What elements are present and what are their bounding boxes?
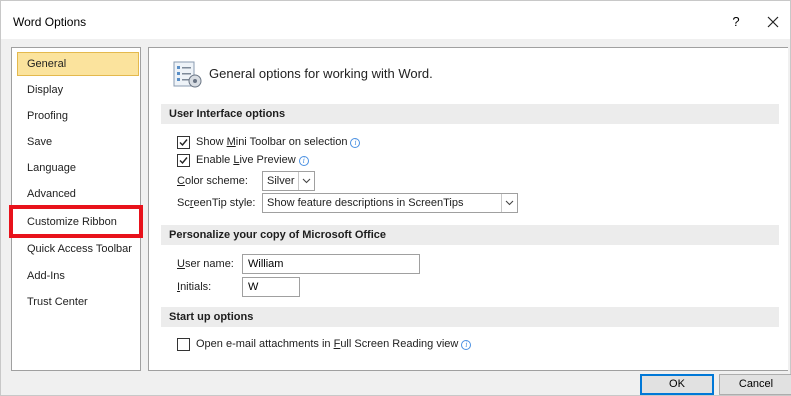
initials-input[interactable]: W xyxy=(242,277,300,297)
category-nav: General Display Proofing Save Language A… xyxy=(11,47,141,371)
close-button[interactable] xyxy=(761,10,785,34)
title-bar: Word Options ? xyxy=(1,1,790,39)
full-screen-reading-checkbox[interactable] xyxy=(177,338,190,351)
screentip-label-post: eenTip style: xyxy=(193,197,256,209)
nav-item-save[interactable]: Save xyxy=(17,130,139,154)
window-title: Word Options xyxy=(13,15,87,29)
chevron-down-icon xyxy=(298,172,314,190)
page-heading: General options for working with Word. xyxy=(209,66,433,81)
nav-item-trust-center[interactable]: Trust Center xyxy=(17,290,139,314)
word-options-dialog: Word Options ? General Display Proofing … xyxy=(0,0,791,396)
user-name-input[interactable]: William xyxy=(242,254,420,274)
live-preview-checkbox[interactable] xyxy=(177,154,190,167)
mini-toolbar-label[interactable]: Show Mini Toolbar on selection i xyxy=(196,136,361,148)
initials-label: Initials: xyxy=(177,281,211,293)
help-button[interactable]: ? xyxy=(725,11,747,33)
color-scheme-select[interactable]: Silver xyxy=(262,171,315,191)
user-name-label-rest: ser name: xyxy=(184,258,234,270)
section-startup: Start up options xyxy=(161,307,779,327)
checkmark-icon xyxy=(179,157,188,165)
ok-button[interactable]: OK xyxy=(640,374,714,395)
live-preview-label[interactable]: Enable Live Preview i xyxy=(196,154,309,166)
info-icon[interactable]: i xyxy=(350,138,361,148)
color-scheme-label: Color scheme: xyxy=(177,175,248,187)
nav-item-quick-access-toolbar[interactable]: Quick Access Toolbar xyxy=(17,237,139,261)
close-icon xyxy=(767,16,779,28)
full-screen-label-post: ull Screen Reading view xyxy=(340,338,459,350)
nav-item-proofing[interactable]: Proofing xyxy=(17,104,139,128)
live-preview-label-pre: Enable xyxy=(196,154,234,166)
nav-item-customize-ribbon[interactable]: Customize Ribbon xyxy=(17,210,139,234)
info-icon[interactable]: i xyxy=(298,156,309,166)
screentip-style-label: ScreenTip style: xyxy=(177,197,255,209)
section-ui-options: User Interface options xyxy=(161,104,779,124)
screentip-style-select[interactable]: Show feature descriptions in ScreenTips xyxy=(262,193,518,213)
nav-item-display[interactable]: Display xyxy=(17,78,139,102)
mini-toolbar-checkbox[interactable] xyxy=(177,136,190,149)
section-personalize: Personalize your copy of Microsoft Offic… xyxy=(161,225,779,245)
color-scheme-value: Silver xyxy=(267,175,295,187)
screentip-label-pre: Sc xyxy=(177,197,190,209)
mini-toolbar-label-post: ini Toolbar on selection xyxy=(235,136,348,148)
nav-item-language[interactable]: Language xyxy=(17,156,139,180)
user-name-accel: U xyxy=(177,258,185,270)
nav-item-advanced[interactable]: Advanced xyxy=(17,182,139,206)
full-screen-reading-label[interactable]: Open e-mail attachments in Full Screen R… xyxy=(196,338,472,350)
cancel-button[interactable]: Cancel xyxy=(719,374,791,395)
color-scheme-label-rest: olor scheme: xyxy=(184,175,248,187)
initials-label-rest: nitials: xyxy=(180,281,212,293)
user-name-label: User name: xyxy=(177,258,234,270)
mini-toolbar-accel: M xyxy=(226,136,236,148)
nav-item-add-ins[interactable]: Add-Ins xyxy=(17,264,139,288)
screentip-style-value: Show feature descriptions in ScreenTips xyxy=(267,197,464,209)
options-icon xyxy=(173,61,202,88)
color-scheme-accel: C xyxy=(177,175,185,187)
options-panel: General options for working with Word. U… xyxy=(148,47,788,371)
live-preview-label-post: ive Preview xyxy=(239,154,296,166)
checkmark-icon xyxy=(179,139,188,147)
mini-toolbar-label-pre: Show xyxy=(196,136,227,148)
chevron-down-icon xyxy=(501,194,517,212)
full-screen-label-pre: Open e-mail attachments in xyxy=(196,338,334,350)
info-icon[interactable]: i xyxy=(461,340,472,350)
nav-item-general[interactable]: General xyxy=(17,52,139,76)
